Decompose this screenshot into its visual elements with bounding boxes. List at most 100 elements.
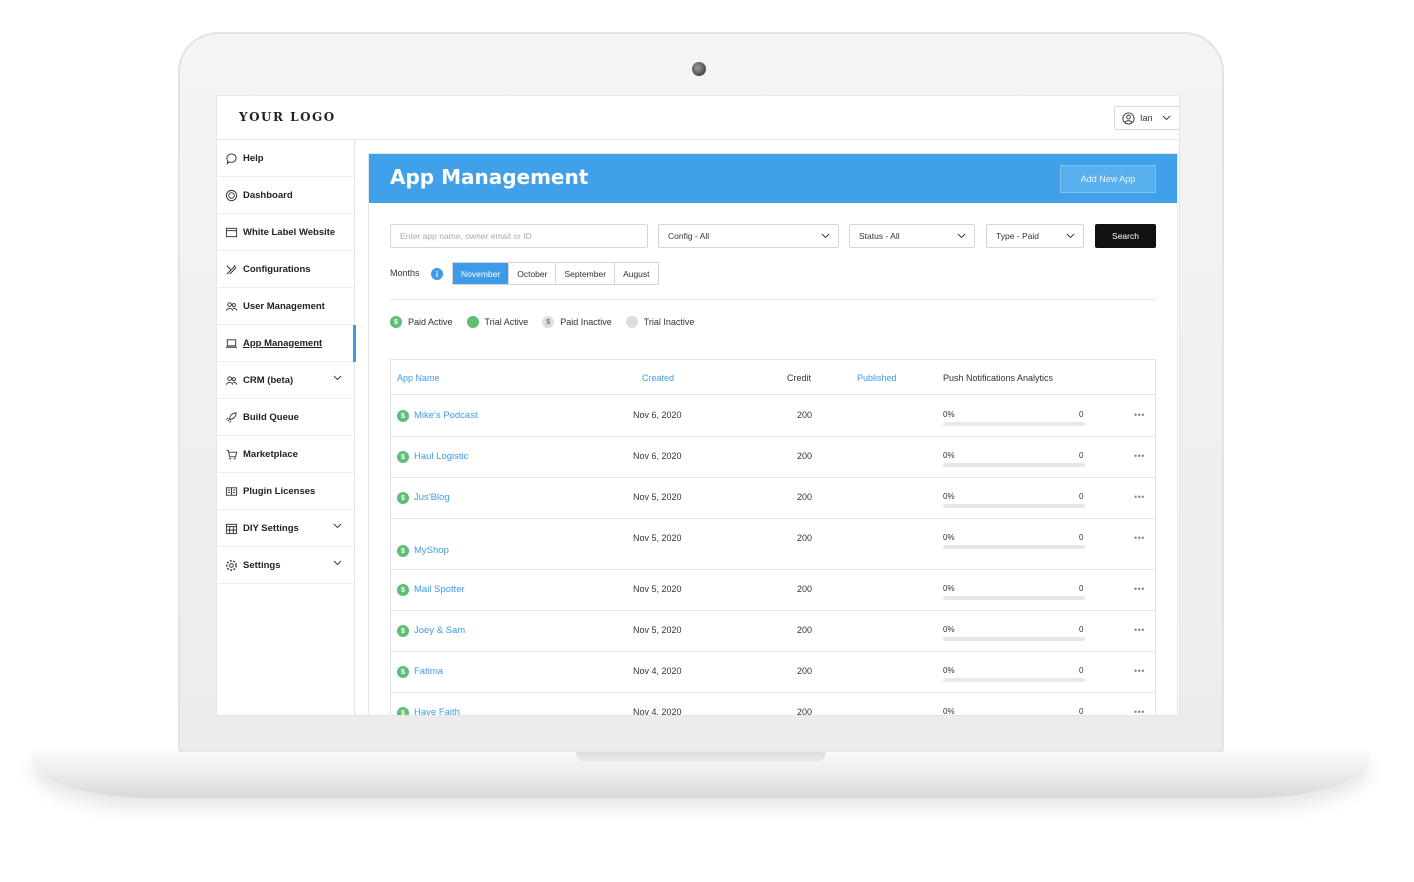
sidebar-item-marketplace[interactable]: Marketplace [217, 436, 354, 473]
sidebar-item-label: App Management [243, 337, 323, 349]
push-percent: 0% [943, 451, 955, 460]
table-row[interactable]: $ Haul Logistic Nov 6, 2020 200 0% 0 ••• [391, 437, 1155, 478]
logo: YOUR LOGO [239, 110, 336, 124]
sidebar-item-label: DIY Settings [243, 522, 299, 534]
column-created[interactable]: Created [642, 373, 674, 383]
app-name-link[interactable]: Haul Logistic [414, 451, 468, 462]
sidebar-item-plugin-licenses[interactable]: Plugin Licenses [217, 473, 354, 510]
search-button[interactable]: Search [1095, 224, 1156, 248]
more-options-icon[interactable]: ••• [1134, 666, 1145, 676]
app-name-link[interactable]: Mike's Podcast [414, 410, 478, 421]
app-name-link[interactable]: Mail Spotter [414, 584, 465, 595]
tab-september[interactable]: September [556, 263, 616, 284]
tab-november[interactable]: November [453, 263, 510, 284]
column-credit: Credit [787, 373, 812, 383]
push-progress-bar [943, 545, 1085, 549]
more-options-icon[interactable]: ••• [1134, 410, 1145, 420]
sidebar-item-label: Settings [243, 559, 281, 571]
table-row[interactable]: $ Jus'Blog Nov 5, 2020 200 0% 0 ••• [391, 478, 1155, 519]
paid-active-dot-icon: $ [390, 316, 402, 328]
app-name-link[interactable]: Have Faith [414, 707, 460, 715]
paid-active-status-icon: $ [397, 451, 409, 463]
app-name-link[interactable]: Fatima [414, 666, 443, 677]
chevron-down-icon [821, 233, 830, 239]
license-icon [225, 486, 238, 496]
sidebar-item-label: Help [243, 152, 264, 164]
table-row[interactable]: $ MyShop Nov 5, 2020 200 0% 0 ••• [391, 519, 1155, 570]
more-options-icon[interactable]: ••• [1134, 451, 1145, 461]
sidebar-item-app-management[interactable]: App Management [217, 325, 356, 362]
add-new-app-button[interactable]: Add New App [1060, 165, 1156, 193]
push-percent: 0% [943, 584, 955, 593]
page-title: App Management [390, 165, 589, 189]
sidebar-item-settings[interactable]: Settings [217, 547, 354, 584]
paid-active-status-icon: $ [397, 625, 409, 637]
push-percent: 0% [943, 625, 955, 634]
push-count: 0 [1079, 451, 1084, 460]
search-input[interactable]: Enter app name, owner email or ID [390, 224, 648, 248]
status-filter-value: Status - All [859, 231, 900, 241]
more-options-icon[interactable]: ••• [1134, 584, 1145, 594]
sidebar-item-label: Plugin Licenses [243, 485, 316, 497]
more-options-icon[interactable]: ••• [1134, 492, 1145, 502]
push-count: 0 [1079, 666, 1084, 675]
laptop-icon [225, 338, 238, 348]
chevron-down-icon[interactable] [333, 523, 342, 529]
more-options-icon[interactable]: ••• [1134, 533, 1145, 543]
laptop-notch [576, 752, 826, 762]
credit-value: 200 [797, 666, 813, 676]
push-count: 0 [1079, 492, 1084, 501]
help-bubble-icon [226, 152, 237, 165]
table-row[interactable]: $ Fatima Nov 4, 2020 200 0% 0 ••• [391, 652, 1155, 693]
status-legend: $ Paid Active Trial Active $ Paid Inacti… [390, 316, 708, 328]
sidebar-item-label: White Label Website [243, 226, 336, 238]
legend-paid-active: $ Paid Active [390, 316, 453, 328]
sidebar-item-build-queue[interactable]: Build Queue [217, 399, 354, 436]
push-progress-bar [943, 504, 1085, 508]
table-row[interactable]: $ Mike's Podcast Nov 6, 2020 200 0% 0 ••• [391, 396, 1155, 437]
tab-october[interactable]: October [509, 263, 557, 284]
user-menu-button[interactable]: Ian [1114, 106, 1179, 130]
paid-active-status-icon: $ [397, 584, 409, 596]
created-date: Nov 6, 2020 [633, 451, 682, 461]
push-percent: 0% [943, 492, 955, 501]
sidebar-item-help[interactable]: Help [217, 140, 354, 177]
users-icon [225, 301, 238, 311]
created-date: Nov 5, 2020 [633, 492, 682, 502]
info-icon[interactable]: i [431, 268, 443, 280]
table-row[interactable]: $ Have Faith Nov 4, 2020 200 0% 0 ••• [391, 693, 1155, 715]
created-date: Nov 6, 2020 [633, 410, 682, 420]
sidebar-item-white-label-website[interactable]: White Label Website [217, 214, 354, 251]
created-date: Nov 5, 2020 [633, 625, 682, 635]
sidebar-item-user-management[interactable]: User Management [217, 288, 354, 325]
paid-active-status-icon: $ [397, 666, 409, 678]
sidebar-item-dashboard[interactable]: Dashboard [217, 177, 354, 214]
chevron-down-icon[interactable] [333, 375, 342, 381]
type-filter-select[interactable]: Type - Paid [986, 224, 1084, 248]
config-filter-select[interactable]: Config - All [658, 224, 839, 248]
tab-august[interactable]: August [615, 263, 657, 284]
status-filter-select[interactable]: Status - All [849, 224, 975, 248]
created-date: Nov 5, 2020 [633, 533, 682, 543]
column-app-name[interactable]: App Name [397, 373, 440, 383]
month-tabs: November October September August [452, 262, 659, 285]
app-name-link[interactable]: Jus'Blog [414, 492, 450, 503]
chevron-down-icon[interactable] [333, 560, 342, 566]
more-options-icon[interactable]: ••• [1134, 707, 1145, 715]
sidebar-item-configurations[interactable]: Configurations [217, 251, 354, 288]
push-count: 0 [1079, 625, 1084, 634]
sidebar-item-label: Dashboard [243, 189, 293, 201]
credit-value: 200 [797, 451, 813, 461]
app-name-link[interactable]: MyShop [414, 545, 449, 556]
credit-value: 200 [797, 492, 813, 502]
sidebar-item-diy-settings[interactable]: DIY Settings [217, 510, 354, 547]
top-bar: YOUR LOGO Ian [217, 96, 1179, 140]
more-options-icon[interactable]: ••• [1134, 625, 1145, 635]
sidebar-item-crm[interactable]: CRM (beta) [217, 362, 354, 399]
table-row[interactable]: $ Mail Spotter Nov 5, 2020 200 0% 0 ••• [391, 570, 1155, 611]
chevron-down-icon [1066, 233, 1075, 239]
app-name-link[interactable]: Joey & Sam [414, 625, 465, 636]
column-published[interactable]: Published [857, 373, 897, 383]
table-row[interactable]: $ Joey & Sam Nov 5, 2020 200 0% 0 ••• [391, 611, 1155, 652]
trial-inactive-dot-icon [625, 316, 638, 328]
